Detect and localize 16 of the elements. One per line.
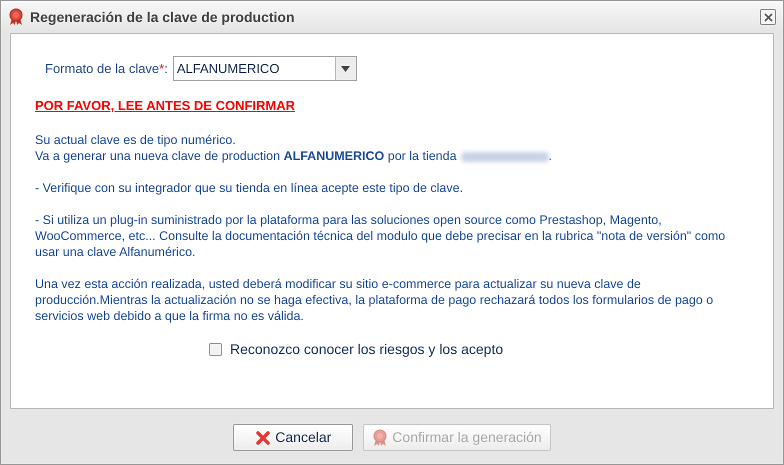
ribbon-icon (8, 8, 24, 26)
format-dropdown[interactable]: ALFANUMERICO (172, 56, 357, 81)
notice-paragraph: Una vez esta acción realizada, usted deberá modificar su sitio e-commerce para actualizar su nueva clave de producción.Mientras la actualización no se haga efectiva, la plataforma de pago rechazará todos los formularios de pago o servicios web debido a que la firma no es válida. (35, 276, 714, 324)
caret-icon (341, 66, 350, 72)
acknowledge-checkbox[interactable]: Reconozco conocer los riesgos y los acepto (209, 341, 504, 357)
close-button[interactable] (760, 9, 776, 25)
notice-paragraph: - Verifique con su integrador que su tienda en línea acepte este tipo de clave. (35, 180, 464, 196)
close-icon (764, 12, 772, 22)
cross-icon (255, 430, 272, 446)
cancel-button[interactable]: Cancelar (233, 424, 354, 451)
field-label: Formato de la clave*: (45, 60, 168, 76)
window-title: Regeneración de la clave de production (30, 8, 295, 27)
warning-heading: POR FAVOR, LEE ANTES DE CONFIRMAR (35, 98, 296, 114)
ribbon-icon (372, 428, 388, 446)
notice-paragraph: - Si utiliza un plug-in suministrado por la plataforma para las soluciones open source como Prestashop, Magento, WooCommerce, etc... Consulte la documentación técnica del modulo que debe precisar en la rubrica "nota de versión" como usar una clave Alfanumérico. (35, 212, 726, 260)
notice-paragraph: Su actual clave es de tipo numérico. Va a generar una nueva clave de production ALFANUMERICO por la tienda . (35, 132, 554, 164)
